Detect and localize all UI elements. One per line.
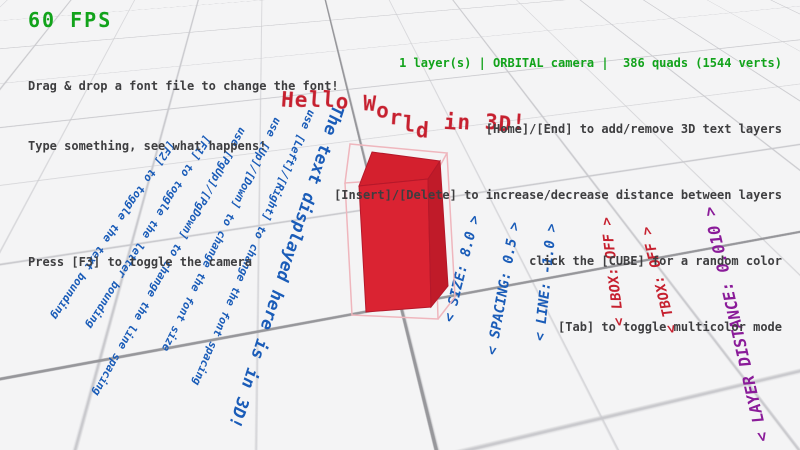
font-demo-app: [F2] to toggle the text bounding[F1] to …	[0, 0, 800, 450]
